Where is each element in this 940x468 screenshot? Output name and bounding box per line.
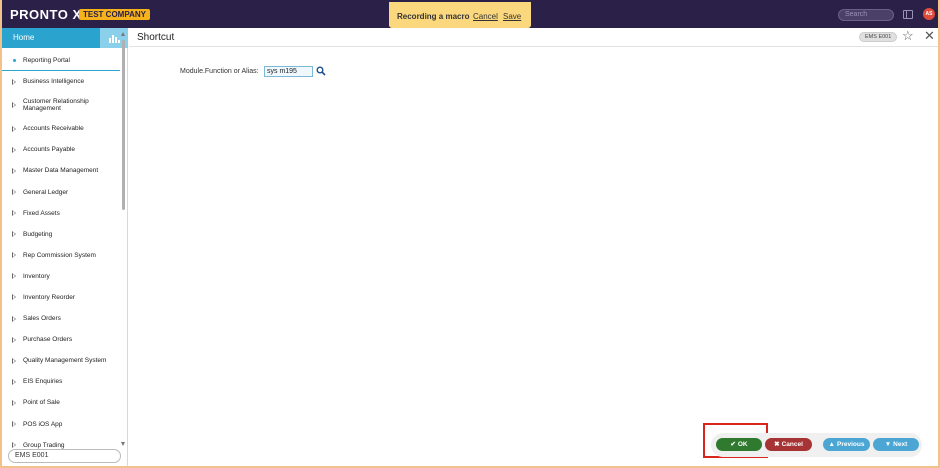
chevron-right-icon: [12, 167, 16, 174]
previous-button-label: Previous: [836, 441, 865, 448]
sidebar-item-label: Fixed Assets: [23, 209, 60, 217]
scroll-up-icon[interactable]: [121, 32, 125, 36]
sidebar-item-eis-enquiries[interactable]: EIS Enquiries: [2, 371, 120, 392]
sidebar-item-accounts-receivable[interactable]: Accounts Receivable: [2, 118, 120, 139]
sidebar-item-quality-management-system[interactable]: Quality Management System: [2, 350, 120, 371]
sidebar-item-label: Business Intelligence: [23, 78, 85, 86]
company-badge: TEST COMPANY: [79, 9, 150, 20]
chevron-right-icon: [12, 421, 16, 428]
sidebar-item-master-data-management[interactable]: Master Data Management: [2, 160, 120, 181]
divider: [129, 46, 938, 47]
sidebar-item-crm[interactable]: Customer Relationship Management: [2, 92, 120, 118]
chevron-right-icon: [12, 273, 16, 280]
triangle-down-icon: ▼: [884, 441, 892, 448]
macro-save-link[interactable]: Save: [503, 12, 521, 21]
cancel-button[interactable]: ✖ Cancel: [765, 438, 812, 451]
sidebar-item-purchase-orders[interactable]: Purchase Orders: [2, 329, 120, 350]
function-code-field[interactable]: EMS E001: [8, 449, 121, 463]
sidebar-item-label: Sales Orders: [23, 315, 61, 323]
sidebar-item-accounts-payable[interactable]: Accounts Payable: [2, 139, 120, 160]
alias-field-label: Module.Function or Alias:: [180, 68, 259, 75]
page-title: Shortcut: [137, 32, 175, 43]
sidebar: Home Reporting Portal Business Intellige…: [2, 28, 128, 466]
chevron-right-icon: [12, 78, 16, 85]
sidebar-item-label: Point of Sale: [23, 399, 60, 407]
alias-input[interactable]: sys m195: [264, 66, 313, 77]
sidebar-item-label: Group Trading: [23, 441, 65, 449]
action-bar: ✔ OK ✖ Cancel ▲ Previous ▼ Next: [711, 433, 922, 457]
chevron-right-icon: [12, 378, 16, 385]
bullet-icon: [13, 58, 16, 62]
sidebar-item-budgeting[interactable]: Budgeting: [2, 224, 120, 245]
chevron-right-icon: [12, 189, 16, 196]
chevron-right-icon: [12, 442, 16, 449]
global-search-input[interactable]: Search: [838, 9, 894, 21]
cancel-button-label: Cancel: [781, 441, 803, 448]
sidebar-scrollbar[interactable]: [121, 32, 126, 446]
chevron-right-icon: [12, 294, 16, 301]
search-icon[interactable]: [316, 66, 326, 76]
sidebar-item-label: Customer Relationship Management: [23, 98, 89, 113]
sidebar-item-inventory[interactable]: Inventory: [2, 266, 120, 287]
sidebar-item-label: Master Data Management: [23, 167, 99, 175]
sidebar-item-label: EIS Enquiries: [23, 378, 63, 386]
next-button[interactable]: ▼ Next: [873, 438, 919, 451]
chevron-right-icon: [12, 357, 16, 364]
app-window: PRONTO Xi TEST COMPANY Recording a macro…: [0, 0, 940, 468]
user-avatar[interactable]: AS: [923, 8, 935, 20]
sidebar-item-label: POS iOS App: [23, 420, 63, 428]
macro-banner: Recording a macro Cancel Save: [389, 2, 531, 28]
tab-home[interactable]: Home: [2, 28, 100, 48]
chevron-right-icon: [12, 210, 16, 217]
triangle-up-icon: ▲: [828, 441, 835, 448]
sidebar-item-point-of-sale[interactable]: Point of Sale: [2, 392, 120, 413]
sidebar-item-label: Accounts Receivable: [23, 125, 84, 133]
chevron-right-icon: [12, 146, 16, 153]
macro-banner-title: Recording a macro: [397, 12, 470, 21]
sidebar-item-business-intelligence[interactable]: Business Intelligence: [2, 71, 120, 92]
chevron-right-icon: [12, 231, 16, 238]
chevron-right-icon: [12, 399, 16, 406]
panel-toggle-icon[interactable]: [903, 10, 913, 19]
scrollbar-thumb[interactable]: [122, 40, 125, 210]
sidebar-item-label: Accounts Payable: [23, 146, 76, 154]
sidebar-item-label: Rep Commission System: [23, 251, 96, 259]
ok-button-label: OK: [737, 441, 748, 448]
chevron-right-icon: [12, 336, 16, 343]
sidebar-item-reporting-portal[interactable]: Reporting Portal: [2, 50, 120, 72]
sidebar-item-label: Inventory: [23, 272, 50, 280]
sidebar-item-label: Purchase Orders: [23, 336, 73, 344]
app-logo: PRONTO Xi: [10, 7, 86, 22]
chevron-right-icon: [12, 252, 16, 259]
ok-button[interactable]: ✔ OK: [716, 438, 762, 451]
star-icon[interactable]: ☆: [902, 29, 914, 43]
chevron-right-icon: [12, 102, 16, 109]
sidebar-item-label: Reporting Portal: [23, 56, 70, 64]
close-icon: ✖: [774, 441, 780, 448]
sidebar-item-general-ledger[interactable]: General Ledger: [2, 181, 120, 202]
top-bar: PRONTO Xi TEST COMPANY Recording a macro…: [2, 0, 938, 28]
sidebar-item-label: Quality Management System: [23, 357, 107, 365]
sidebar-item-sales-orders[interactable]: Sales Orders: [2, 308, 120, 329]
module-nav-list: Reporting Portal Business Intelligence C…: [2, 50, 120, 456]
sidebar-item-label: Budgeting: [23, 230, 53, 238]
close-icon[interactable]: ✕: [924, 29, 935, 43]
main-panel: Shortcut EMS E001 ☆ ✕ Module.Function or…: [129, 28, 938, 466]
chevron-right-icon: [12, 315, 16, 322]
sidebar-item-label: General Ledger: [23, 188, 69, 196]
macro-cancel-link[interactable]: Cancel: [473, 12, 498, 21]
chevron-right-icon: [12, 125, 16, 132]
function-code-badge: EMS E001: [859, 32, 898, 42]
sidebar-item-rep-commission-system[interactable]: Rep Commission System: [2, 245, 120, 266]
previous-button[interactable]: ▲ Previous: [823, 438, 870, 451]
next-button-label: Next: [893, 441, 908, 448]
sidebar-item-fixed-assets[interactable]: Fixed Assets: [2, 203, 120, 224]
sidebar-item-pos-ios-app[interactable]: POS iOS App: [2, 414, 120, 435]
sidebar-item-inventory-reorder[interactable]: Inventory Reorder: [2, 287, 120, 308]
check-icon: ✔: [730, 441, 736, 448]
scroll-down-icon[interactable]: [121, 442, 125, 446]
sidebar-item-label: Inventory Reorder: [23, 293, 76, 301]
